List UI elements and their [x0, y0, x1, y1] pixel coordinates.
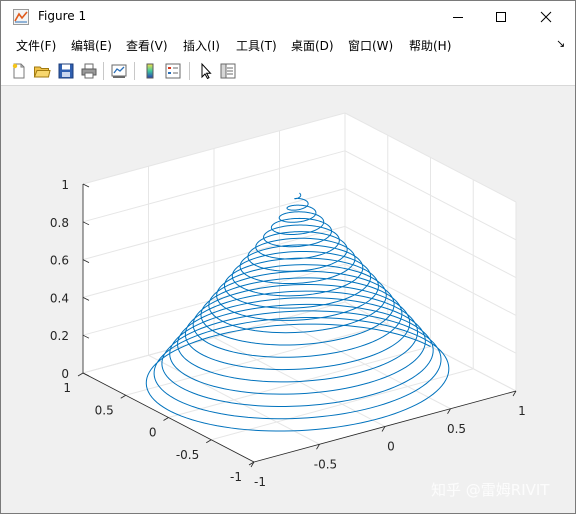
menu-insert[interactable]: 插入(I): [183, 37, 220, 54]
menu-file[interactable]: 文件(F): [16, 37, 56, 54]
z-tick-label: 0.4: [50, 291, 69, 305]
y-tick-mark: [120, 394, 126, 399]
minimize-button[interactable]: [435, 1, 481, 33]
close-button[interactable]: [523, 1, 569, 33]
x-tick-label: 0.5: [447, 422, 466, 436]
z-tick-label: 0.8: [50, 216, 69, 230]
figure-window: Figure 1 文件(F) 编辑(E) 查看(V) 插入(I) 工具(T) 桌…: [0, 0, 576, 514]
toolbar-separator: [103, 62, 104, 80]
maximize-icon: [496, 12, 506, 22]
y-tick-label: 0.5: [95, 403, 114, 417]
menu-view[interactable]: 查看(V): [126, 37, 168, 54]
colorbar-icon[interactable]: [141, 62, 159, 80]
x-tick-label: 0: [387, 440, 395, 454]
menu-bar: 文件(F) 编辑(E) 查看(V) 插入(I) 工具(T) 桌面(D) 窗口(W…: [1, 33, 575, 57]
link-plot-icon[interactable]: [110, 62, 128, 80]
maximize-button[interactable]: [478, 1, 524, 33]
z-tick-label: 0.6: [50, 254, 69, 268]
save-icon[interactable]: [57, 62, 75, 80]
x-tick-label: 1: [518, 404, 526, 418]
y-tick-label: 1: [63, 381, 71, 395]
dock-figure-arrow-icon[interactable]: ↘: [556, 37, 565, 50]
matlab-figure-icon: [13, 9, 29, 25]
menu-tools[interactable]: 工具(T): [236, 37, 277, 54]
toolbar-separator: [134, 62, 135, 80]
figure-toolbar: [1, 57, 575, 86]
menu-edit[interactable]: 编辑(E): [71, 37, 112, 54]
new-figure-icon[interactable]: [10, 62, 28, 80]
toolbar-separator: [189, 62, 190, 80]
watermark-text: 知乎 @雷姆RIVIT: [431, 481, 550, 499]
y-tick-label: -1: [230, 470, 242, 484]
z-tick-label: 0.2: [50, 329, 69, 343]
window-title: Figure 1: [38, 9, 87, 23]
z-tick-label: 1: [61, 178, 69, 192]
figure-canvas[interactable]: -1 -1 -0.5 -0.5 0 0 0.5 0.5 1 1 0 0.2 0.4 0.6 0.8 1: [9, 86, 569, 501]
y-tick-mark: [163, 417, 169, 421]
y-tick-label: 0: [149, 426, 157, 440]
close-icon: [540, 11, 552, 23]
menu-desktop[interactable]: 桌面(D): [291, 37, 334, 54]
property-inspector-icon[interactable]: [219, 62, 237, 80]
y-tick-mark: [206, 439, 212, 444]
open-file-icon[interactable]: [33, 62, 51, 80]
menu-window[interactable]: 窗口(W): [348, 37, 393, 54]
title-bar[interactable]: Figure 1: [1, 1, 575, 33]
axes-grid: [82, 112, 517, 463]
minimize-icon: [453, 17, 463, 18]
menu-help[interactable]: 帮助(H): [409, 37, 451, 54]
z-tick-label: 0: [61, 367, 69, 381]
legend-icon[interactable]: [164, 62, 182, 80]
print-icon[interactable]: [80, 62, 98, 80]
y-tick-mark: [77, 372, 84, 377]
edit-plot-arrow-icon[interactable]: [197, 62, 215, 80]
x-tick-label: -0.5: [314, 457, 337, 471]
3d-axes[interactable]: -1-1-0.5-0.500 0.50.5 1100.20.40.60.81: [9, 86, 569, 501]
x-tick-label: -1: [254, 475, 266, 489]
y-tick-label: -0.5: [176, 448, 199, 462]
